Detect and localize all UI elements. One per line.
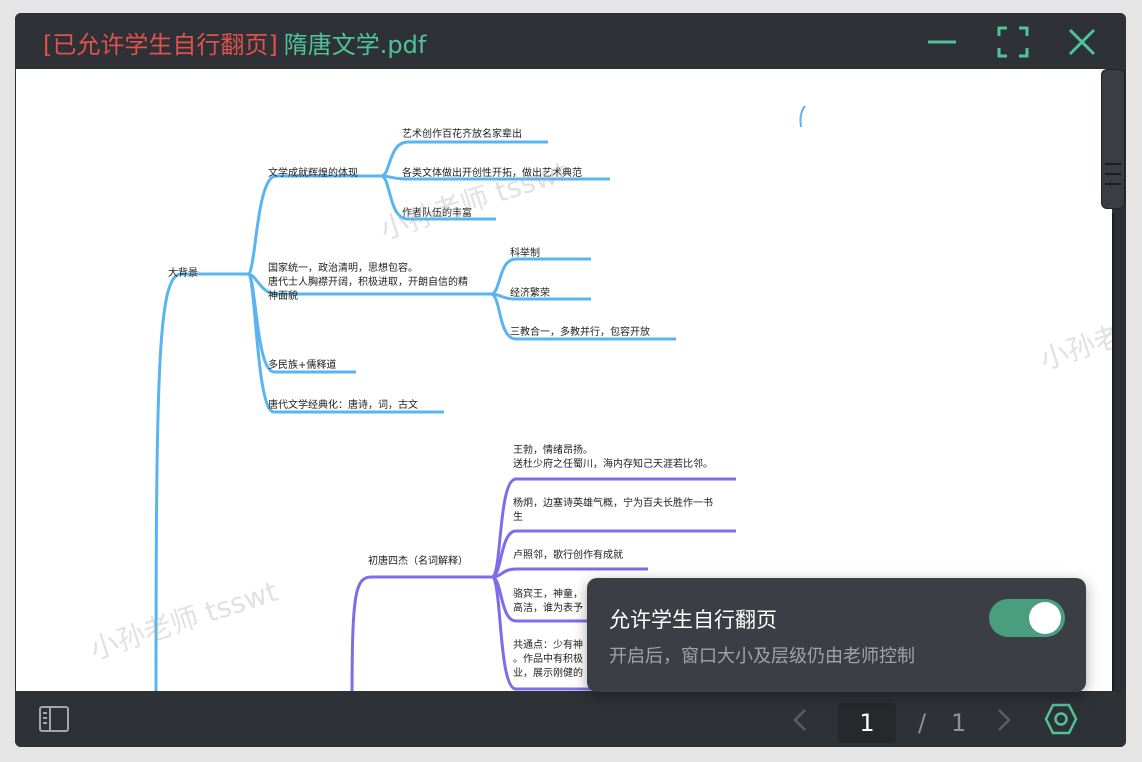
mindmap-node: 业，展示刚健的 xyxy=(513,668,583,679)
mindmap-node: 三教合一，多教并行，包容开放 xyxy=(510,327,650,338)
file-name: 隋唐文学.pdf xyxy=(283,31,427,59)
mindmap-node: 科举制 xyxy=(510,248,540,259)
chevron-left-icon[interactable] xyxy=(790,707,810,733)
allow-page-turn-toggle[interactable] xyxy=(989,599,1065,637)
fullscreen-icon[interactable] xyxy=(996,25,1030,59)
page-number-input[interactable]: 1 xyxy=(838,703,896,743)
mindmap-node: 共通点：少有神 xyxy=(513,640,583,651)
allow-page-turn-popup: 允许学生自行翻页 开启后，窗口大小及层级仍由老师控制 xyxy=(587,578,1086,692)
mindmap-node: 经济繁荣 xyxy=(510,288,550,299)
mindmap-node: 送杜少府之任蜀川，海内存知己天涯若比邻。 xyxy=(513,459,713,470)
title-bar: [已允许学生自行翻页] 隋唐文学.pdf xyxy=(15,13,1126,69)
page-separator: / xyxy=(918,709,927,737)
mindmap-node: 生 xyxy=(513,512,523,523)
permission-tag: [已允许学生自行翻页] xyxy=(43,31,278,59)
chevron-right-icon[interactable] xyxy=(994,707,1014,733)
page-total: 1 xyxy=(951,709,967,737)
mindmap-node: 神面貌 xyxy=(268,291,298,302)
mindmap-node: 。作品中有积极 xyxy=(513,654,583,665)
sidebar-icon[interactable] xyxy=(38,705,70,733)
toggle-knob xyxy=(1029,602,1061,634)
mindmap-node: 杨炯，边塞诗英雄气概，宁为百夫长胜作一书 xyxy=(513,498,713,509)
mindmap-node: 初唐四杰（名词解释） xyxy=(368,556,468,567)
mindmap-root: 大背景 xyxy=(168,268,198,279)
mindmap-node: 高洁，谁为表予 xyxy=(513,603,583,614)
mindmap-node: 国家统一，政治清明，思想包容。 xyxy=(268,263,418,274)
scrollbar-thumb[interactable] xyxy=(1101,69,1125,209)
mindmap-node: 唐代士人胸襟开阔，积极进取，开朗自信的精 xyxy=(268,277,468,288)
popup-subtitle: 开启后，窗口大小及层级仍由老师控制 xyxy=(609,646,915,667)
mindmap-node: 骆宾王，神童， xyxy=(513,589,583,600)
mindmap-node: 王勃，情绪昂扬。 xyxy=(513,445,593,456)
window-title: [已允许学生自行翻页] 隋唐文学.pdf xyxy=(43,25,426,60)
grip-icon xyxy=(1105,163,1121,185)
pdf-viewer-window: [已允许学生自行翻页] 隋唐文学.pdf 大背景 文学成就辉煌的体现 艺术创作百… xyxy=(15,13,1126,747)
mindmap-node: 文学成就辉煌的体现 xyxy=(268,168,358,179)
mindmap-node: 多民族+儒释道 xyxy=(268,360,337,371)
settings-icon[interactable] xyxy=(1044,702,1078,736)
popup-title: 允许学生自行翻页 xyxy=(609,608,777,632)
minimize-icon[interactable] xyxy=(925,25,959,59)
close-icon[interactable] xyxy=(1065,25,1099,59)
mindmap-node: 唐代文学经典化：唐诗，词，古文 xyxy=(268,400,418,411)
mindmap-node: 卢照邻，歌行创作有成就 xyxy=(513,550,623,561)
mindmap-node: 艺术创作百花齐放名家辈出 xyxy=(402,129,522,140)
scrollbar-line xyxy=(1112,213,1114,691)
